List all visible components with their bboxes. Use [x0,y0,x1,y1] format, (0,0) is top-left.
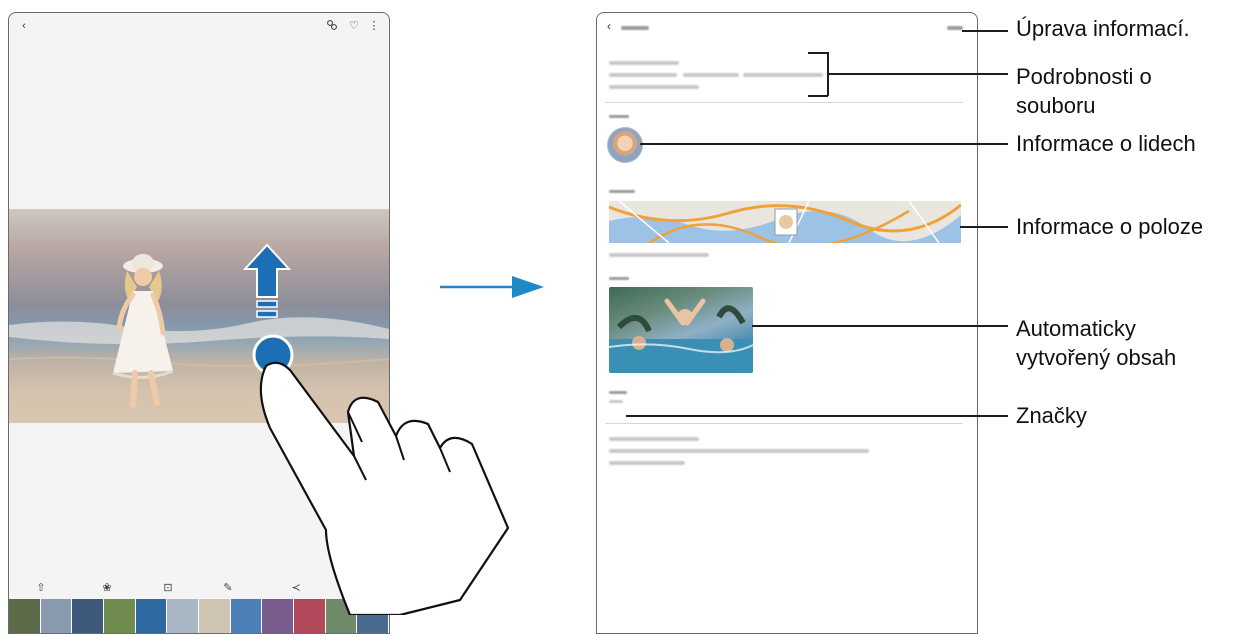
gallery-top-bar: ‹ ♡ ⋮ [9,13,389,43]
back-icon[interactable]: ‹ [607,19,611,33]
callout-bracket-bottom [808,95,828,97]
callout-line-file-details [828,73,1008,75]
stories-heading [609,277,629,280]
more-options-icon[interactable]: ⋮ [367,19,381,33]
tags-heading [609,391,627,394]
callout-auto-content-1: Automaticky [1016,316,1136,341]
thumbnail[interactable] [167,599,200,633]
callout-line-people [640,143,1008,145]
tags-value[interactable] [609,400,623,403]
transition-arrow-icon [440,276,544,298]
location-address [609,253,709,257]
callout-location-info: Informace o poloze [1016,214,1204,239]
people-heading [609,115,629,118]
callout-file-details-2: souboru [1016,93,1096,118]
filter-icon[interactable]: ❀ [99,580,115,596]
callout-bracket-top [808,52,828,54]
divider [605,423,963,424]
location-heading [609,190,635,193]
callout-file-details-1: Podrobnosti o [1016,64,1152,89]
callout-auto-content-2: vytvořený obsah [1016,345,1177,370]
swipe-up-arrow-icon [242,243,292,298]
pool-illustration [609,298,753,373]
thumbnail[interactable] [40,599,73,633]
back-icon[interactable]: ‹ [17,19,31,33]
share-icon[interactable]: ⇧ [33,580,49,596]
thumbnail[interactable] [9,599,41,633]
location-map[interactable] [609,201,961,243]
details-tablet-screen: ‹ [596,12,978,634]
callout-tags: Značky [1016,403,1087,428]
callout-line-location [960,226,1008,228]
thumbnail[interactable] [199,599,231,633]
heart-icon[interactable]: ♡ [347,19,361,33]
details-title [621,26,649,30]
bixby-vision-icon[interactable] [325,19,339,33]
thumbnail[interactable] [135,599,168,633]
person-avatar[interactable] [607,127,643,163]
hand-gesture-illustration [259,361,510,615]
edit-button[interactable] [947,26,963,30]
callout-line-tags [626,415,1008,417]
callout-line-edit [962,30,1008,32]
callout-line-auto-content [752,325,1008,327]
crop-icon[interactable]: ⊡ [160,580,176,596]
thumbnail[interactable] [104,599,136,633]
callout-edit-info: Úprava informací. [1016,16,1190,41]
divider [605,102,963,103]
thumbnail[interactable] [72,599,105,633]
story-thumbnail[interactable] [609,287,753,373]
map-illustration [609,201,961,243]
callout-people-info: Informace o lidech [1016,131,1196,156]
